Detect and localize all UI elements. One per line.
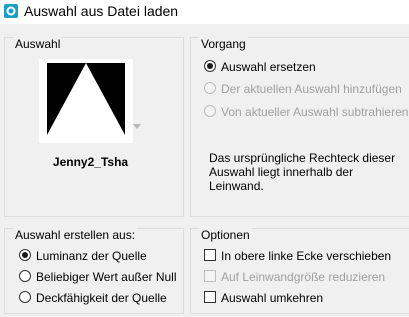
radio-label: Beliebiger Wert außer Null xyxy=(36,270,177,284)
radio-indicator[interactable] xyxy=(204,60,216,72)
checkbox-indicator[interactable] xyxy=(204,249,216,261)
app-icon xyxy=(4,4,18,18)
radio-label: Auswahl ersetzen xyxy=(221,60,316,74)
checkbox-indicator[interactable] xyxy=(204,270,216,282)
auswahl-group-title: Auswahl xyxy=(13,37,63,51)
checkbox-indicator[interactable] xyxy=(204,291,216,303)
radio-label: Der aktuellen Auswahl hinzufügen xyxy=(221,82,402,96)
vorgang-group: Vorgang Auswahl ersetzen Der aktuellen A… xyxy=(190,37,409,217)
checkbox-label: Auf Leinwandgröße reduzieren xyxy=(221,270,386,284)
selection-preview[interactable] xyxy=(39,59,133,143)
window-title: Auswahl aus Datei laden xyxy=(24,3,179,19)
erstellen-group: Auswahl erstellen aus: Luminanz der Quel… xyxy=(4,228,184,314)
info-note: Das ursprüngliche Rechteck dieser Auswah… xyxy=(209,151,396,193)
radio-indicator[interactable] xyxy=(204,82,216,94)
radio-label: Luminanz der Quelle xyxy=(36,249,147,263)
radio-label: Deckfähigkeit der Quelle xyxy=(36,291,167,305)
optionen-group-title: Optionen xyxy=(199,228,252,242)
title-bar: Auswahl aus Datei laden xyxy=(0,0,409,24)
checkbox-label: Auswahl umkehren xyxy=(221,291,324,305)
auswahl-group: Auswahl Jenny2_Tsha xyxy=(4,37,184,217)
radio-indicator[interactable] xyxy=(204,105,216,117)
erstellen-group-title: Auswahl erstellen aus: xyxy=(13,228,138,242)
checkbox-label: In obere linke Ecke verschieben xyxy=(221,249,392,263)
chevron-down-icon[interactable] xyxy=(133,124,141,130)
radio-indicator[interactable] xyxy=(19,291,31,303)
preview-name: Jenny2_Tsha xyxy=(52,155,129,169)
radio-indicator[interactable] xyxy=(19,249,31,261)
optionen-group: Optionen In obere linke Ecke verschieben… xyxy=(190,228,409,314)
radio-label: Von aktueller Auswahl subtrahieren xyxy=(221,105,409,119)
radio-indicator[interactable] xyxy=(19,270,31,282)
vorgang-group-title: Vorgang xyxy=(199,37,248,51)
